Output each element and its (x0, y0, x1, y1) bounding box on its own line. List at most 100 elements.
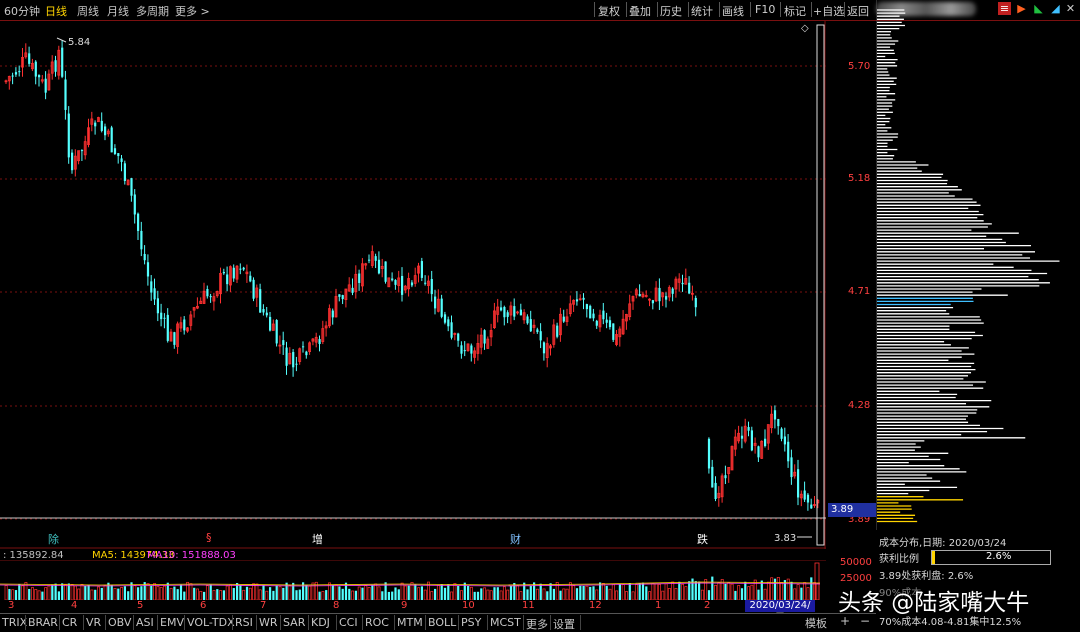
event-marker-notice[interactable]: § (206, 531, 212, 544)
candle-body (358, 273, 361, 283)
candle-body (440, 298, 443, 317)
volume-bar (371, 585, 374, 600)
volume-bar (209, 584, 212, 600)
volume-bar (450, 591, 454, 600)
candle-body (282, 340, 285, 346)
indicator-tab-brar[interactable]: BRAR (28, 616, 58, 629)
candle-body (585, 304, 588, 310)
candle-body (457, 333, 460, 341)
candle-body (711, 466, 714, 488)
volume-bar (420, 586, 423, 600)
volume-bar (222, 590, 225, 600)
event-marker-finance[interactable]: 财 (510, 531, 521, 547)
add-watchlist-button[interactable]: +自选 (813, 3, 844, 19)
candle-body (671, 288, 674, 294)
month-tick: 12 (589, 600, 602, 611)
template-button[interactable]: 模板 (805, 615, 827, 631)
candle-body (242, 267, 245, 270)
mark-button[interactable]: 标记 (784, 3, 806, 19)
volume-bar (288, 584, 292, 600)
stats-button[interactable]: 统计 (691, 3, 713, 19)
candle-body (94, 122, 97, 127)
volume-bar (698, 581, 701, 600)
candlestick-chart[interactable]: ◇ 5.84 3.83 (0, 21, 826, 549)
candle-body (790, 457, 793, 478)
volume-bar (156, 586, 160, 600)
candle-body (740, 435, 744, 439)
profit-bar: 2.6% (931, 550, 1051, 565)
volume-bar (140, 586, 143, 600)
volume-bar (542, 588, 546, 600)
candle-body (602, 310, 605, 320)
volume-bar (625, 591, 628, 600)
indicator-tab-sar[interactable]: SAR (283, 616, 305, 629)
draw-line-button[interactable]: 画线 (722, 3, 744, 19)
indicator-tab-rsi[interactable]: RSI (235, 616, 253, 629)
indicator-tab-trix[interactable]: TRIX (2, 616, 27, 629)
indicator-tab-obv[interactable]: OBV (108, 616, 131, 629)
cost-distribution-profile (876, 0, 1060, 530)
volume-bar (469, 586, 473, 600)
tab-separator (232, 615, 233, 630)
candle-body (351, 287, 354, 293)
period-tab-multi[interactable]: 多周期 (136, 3, 169, 19)
indicator-tab-psy[interactable]: PSY (461, 616, 481, 629)
event-marker-dividend[interactable]: 除 (48, 531, 59, 547)
indicator-tab-vr[interactable]: VR (86, 616, 101, 629)
volume-bar (203, 591, 206, 600)
volume-bar (37, 590, 41, 600)
month-tick: 5 (137, 600, 144, 611)
indicator-tab-vol-tdx[interactable]: VOL-TDX (187, 616, 235, 629)
volume-bar (127, 591, 130, 600)
volume-bar (308, 585, 312, 600)
period-tab-monthly[interactable]: 月线 (107, 3, 129, 19)
indicator-tab-asi[interactable]: ASI (136, 616, 154, 629)
indicator-tab-emv[interactable]: EMV (160, 616, 184, 629)
candle-body (153, 288, 156, 300)
indicator-tab-kdj[interactable]: KDJ (311, 616, 330, 629)
tab-separator (487, 615, 488, 630)
volume-bar (572, 585, 576, 600)
indicator-tab-wr[interactable]: WR (259, 616, 278, 629)
history-button[interactable]: 历史 (660, 3, 682, 19)
indicator-tab-cci[interactable]: CCI (339, 616, 358, 629)
volume-bar (585, 585, 589, 600)
indicator-tab-cr[interactable]: CR (62, 616, 77, 629)
candle-body (64, 79, 67, 110)
diamond-icon: ◇ (801, 23, 809, 34)
indicator-tab-mtm[interactable]: MTM (397, 616, 423, 629)
adjust-button[interactable]: 复权 (598, 3, 620, 19)
overlay-button[interactable]: 叠加 (629, 3, 651, 19)
period-tab-60min[interactable]: 60分钟 (4, 3, 40, 19)
candle-body (651, 300, 654, 304)
tab-separator (394, 615, 395, 630)
volume-bar (113, 588, 117, 600)
indicator-tab-boll[interactable]: BOLL (428, 616, 456, 629)
indicator-tab-mcst[interactable]: MCST (490, 616, 521, 629)
volume-bar (137, 587, 140, 600)
volume-bar (605, 585, 608, 600)
period-tab-more[interactable]: 更多 > (175, 3, 210, 19)
indicator-tab-roc[interactable]: ROC (365, 616, 389, 629)
period-tab-weekly[interactable]: 周线 (77, 3, 99, 19)
candle-body (803, 490, 806, 500)
volume-bar (225, 585, 229, 600)
volume-chart[interactable] (0, 560, 826, 600)
candle-body (14, 72, 18, 75)
f10-button[interactable]: F10 (755, 3, 775, 16)
volume-bar (559, 590, 562, 600)
candle-body (173, 332, 176, 345)
period-tab-daily[interactable]: 日线 (45, 3, 67, 19)
volume-bar (509, 585, 513, 600)
event-marker-increase[interactable]: 增 (312, 531, 323, 547)
volume-bar (740, 588, 744, 600)
profit-value: 2.6% (986, 551, 1012, 562)
tab-separator (256, 615, 257, 630)
volume-bar (265, 590, 269, 600)
event-marker-drop[interactable]: 跌 (697, 531, 708, 547)
volume-bar (489, 590, 493, 600)
volume-bar (700, 589, 704, 600)
volume-bar (529, 585, 532, 600)
candle-body (146, 262, 150, 277)
back-button[interactable]: 返回 (847, 3, 869, 19)
